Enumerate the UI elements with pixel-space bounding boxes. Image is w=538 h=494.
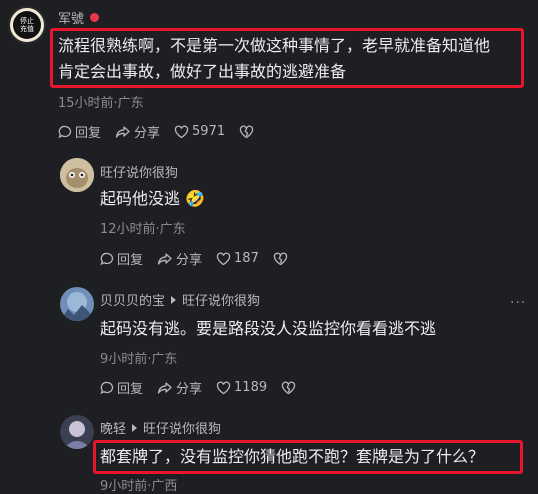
reply-icon: [58, 125, 72, 138]
share-icon: [157, 252, 172, 265]
dislike-button[interactable]: [281, 381, 296, 395]
comment-text: 起码没有逃。要是路段没人没监控你看看逃不逃: [100, 319, 437, 338]
broken-heart-icon: [239, 125, 254, 138]
reply-button[interactable]: 回复: [100, 249, 143, 268]
reply-header: 晚轻 旺仔说你很狗: [100, 418, 221, 437]
heart-icon: [216, 381, 231, 394]
avatar[interactable]: [60, 287, 94, 321]
broken-heart-icon: [281, 381, 296, 394]
username[interactable]: 贝贝贝的宝: [100, 290, 165, 309]
dislike-button[interactable]: [273, 252, 288, 266]
more-options-button[interactable]: ···: [510, 295, 526, 311]
badge-icon: [90, 13, 100, 22]
share-icon: [115, 125, 130, 138]
avatar-image: [60, 158, 94, 192]
reply-arrow-icon: [171, 295, 177, 304]
reply-button[interactable]: 回复: [100, 378, 143, 397]
comment-meta: 12小时前·广东: [100, 222, 186, 237]
comment-text: 都套牌了，没有监控你猜他跑不跑？套牌是为了什么？: [100, 447, 485, 466]
avatar[interactable]: 停止 充值: [8, 6, 46, 44]
reply-icon: [100, 381, 114, 394]
reply-to-username[interactable]: 旺仔说你很狗: [182, 290, 260, 309]
reply-header: 贝贝贝的宝 旺仔说你很狗: [100, 290, 260, 309]
like-button[interactable]: 5971: [174, 124, 225, 139]
username[interactable]: 晚轻: [100, 418, 126, 437]
comment-actions: 回复 分享 1189: [100, 378, 296, 397]
comment-text: 肯定会出事故，做好了出事故的逃避准备: [58, 62, 347, 81]
comment-meta: 15小时前·广东: [58, 96, 144, 111]
share-button[interactable]: 分享: [157, 249, 202, 268]
broken-heart-icon: [273, 252, 288, 265]
reply-button[interactable]: 回复: [58, 122, 101, 141]
avatar[interactable]: [60, 415, 94, 449]
reply-arrow-icon: [132, 423, 138, 432]
heart-icon: [174, 125, 189, 138]
username[interactable]: 旺仔说你很狗: [100, 162, 178, 181]
reply-to-username[interactable]: 旺仔说你很狗: [143, 418, 221, 437]
comment-meta: 9小时前·广西: [100, 479, 178, 494]
avatar-image: [60, 415, 94, 449]
comment-actions: 回复 分享 5971: [58, 122, 254, 141]
avatar[interactable]: [60, 158, 94, 192]
dislike-button[interactable]: [239, 125, 254, 139]
like-button[interactable]: 187: [216, 251, 259, 266]
like-button[interactable]: 1189: [216, 380, 267, 395]
comment-actions: 回复 分享 187: [100, 249, 288, 268]
comment-text: 起码他没逃 🤣: [100, 189, 206, 208]
avatar-image: [60, 287, 94, 321]
heart-icon: [216, 252, 231, 265]
reply-icon: [100, 252, 114, 265]
username[interactable]: 军號: [58, 8, 100, 27]
share-icon: [157, 381, 172, 394]
comment-meta: 9小时前·广东: [100, 352, 178, 367]
comment-text: 流程很熟练啊，不是第一次做这种事情了，老早就准备知道他: [58, 36, 491, 55]
avatar-text: 停止: [20, 17, 34, 25]
share-button[interactable]: 分享: [115, 122, 160, 141]
avatar-text: 充值: [20, 25, 34, 33]
share-button[interactable]: 分享: [157, 378, 202, 397]
